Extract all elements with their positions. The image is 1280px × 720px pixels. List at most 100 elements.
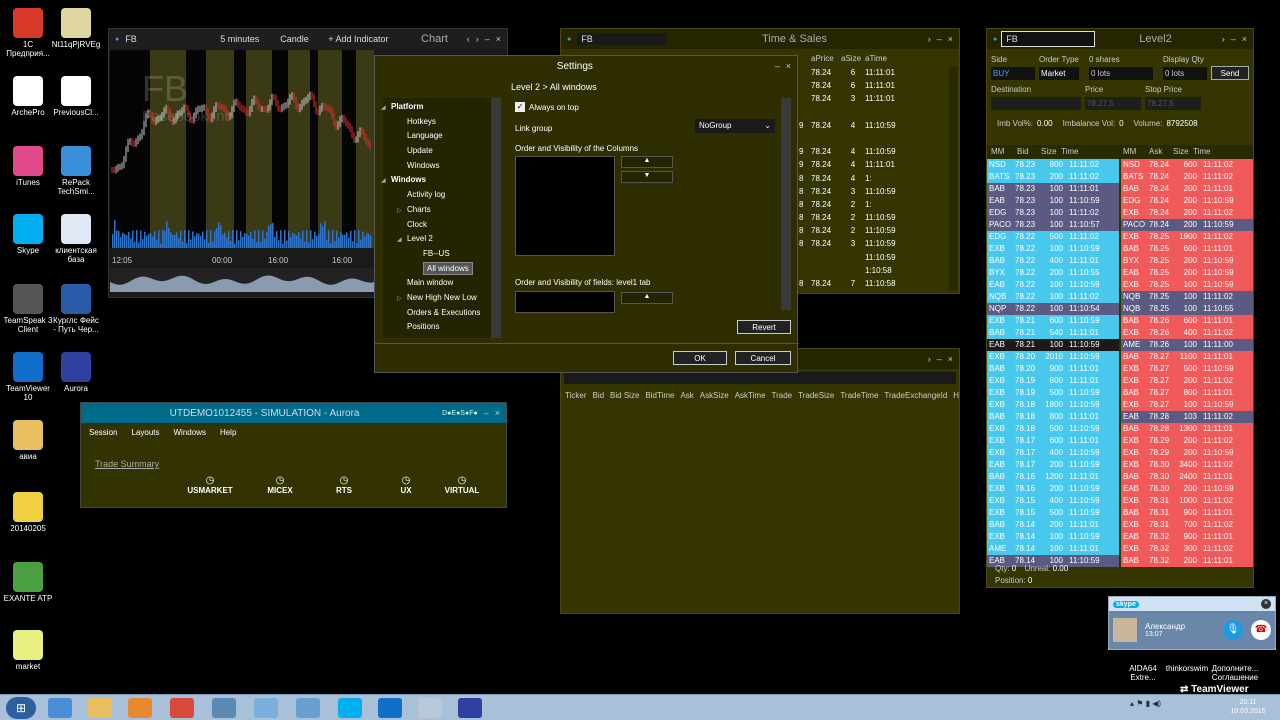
quotes-symbol-input[interactable] bbox=[564, 372, 956, 384]
link-dot-icon[interactable]: ● bbox=[993, 36, 997, 43]
settings-tree-item[interactable]: ◢ Windows bbox=[381, 173, 501, 188]
side-select[interactable]: BUY bbox=[991, 67, 1035, 80]
microphone-icon[interactable]: 🎙 bbox=[1223, 620, 1243, 640]
explorer-icon[interactable] bbox=[88, 698, 112, 718]
bid-row[interactable]: PACO 78.23 100 11:10:57 bbox=[987, 219, 1119, 231]
ask-row[interactable]: EXB 78.29 200 11:10:59 bbox=[1121, 447, 1253, 459]
ask-row[interactable]: EAB 78.25 200 11:10:59 bbox=[1121, 267, 1253, 279]
chart-navigator[interactable] bbox=[110, 268, 374, 292]
ie-icon[interactable] bbox=[48, 698, 72, 718]
quotes-column-header[interactable]: AskSize bbox=[700, 391, 729, 400]
chevron-right-icon[interactable]: › bbox=[1222, 34, 1225, 44]
clock[interactable]: 20:11 10.03.2015 bbox=[1226, 698, 1270, 716]
settings-tree-item[interactable]: Positions bbox=[383, 320, 501, 335]
bid-row[interactable]: EAB 78.22 100 11:10:59 bbox=[987, 279, 1119, 291]
bid-row[interactable]: EXB 78.18 500 11:10:59 bbox=[987, 423, 1119, 435]
bid-row[interactable]: EXB 78.14 100 11:10:59 bbox=[987, 531, 1119, 543]
ask-row[interactable]: AME 78.26 100 11:11:00 bbox=[1121, 339, 1253, 351]
hangup-icon[interactable]: ☎ bbox=[1251, 620, 1271, 640]
settings-tree-item[interactable]: ▷ New High New Low bbox=[383, 291, 501, 306]
chart-type-select[interactable]: Candle bbox=[280, 34, 328, 44]
skype-taskbar-icon[interactable] bbox=[338, 698, 362, 718]
quotes-column-header[interactable]: TradeSize bbox=[798, 391, 834, 400]
app-icon[interactable] bbox=[254, 698, 278, 718]
bid-row[interactable]: EDG 78.23 100 11:11:02 bbox=[987, 207, 1119, 219]
menu-item[interactable]: Layouts bbox=[131, 428, 159, 437]
quotes-column-header[interactable]: TradeTime bbox=[840, 391, 878, 400]
tree-scrollbar[interactable] bbox=[491, 98, 501, 338]
ask-row[interactable]: PACO 78.24 200 11:10:59 bbox=[1121, 219, 1253, 231]
menu-item[interactable]: Help bbox=[220, 428, 236, 437]
ask-row[interactable]: EXB 78.27 500 11:10:59 bbox=[1121, 363, 1253, 375]
minimize-icon[interactable]: – bbox=[937, 354, 942, 364]
bid-row[interactable]: BAB 78.16 1200 11:11:01 bbox=[987, 471, 1119, 483]
ask-column-header[interactable]: MM bbox=[1119, 145, 1149, 159]
quotes-column-header[interactable]: Bid Size bbox=[610, 391, 639, 400]
desktop-icon[interactable]: market bbox=[0, 630, 56, 671]
always-on-top-checkbox[interactable]: ✓ bbox=[515, 102, 525, 112]
ask-row[interactable]: NQB 78.25 100 11:10:55 bbox=[1121, 303, 1253, 315]
settings-tree-item[interactable]: ◢ Level 2 bbox=[383, 232, 501, 247]
fields-list[interactable] bbox=[515, 291, 615, 313]
bid-row[interactable]: EXB 78.22 100 11:10:59 bbox=[987, 243, 1119, 255]
chevron-left-icon[interactable]: ‹ bbox=[467, 34, 470, 44]
ask-row[interactable]: BAB 78.28 1300 11:11:01 bbox=[1121, 423, 1253, 435]
ask-row[interactable]: BAB 78.25 600 11:11:01 bbox=[1121, 243, 1253, 255]
bid-row[interactable]: EXB 78.19 500 11:10:59 bbox=[987, 387, 1119, 399]
level2-symbol-input[interactable]: FB bbox=[1001, 31, 1096, 47]
bid-row[interactable]: EXB 78.18 1800 11:10:59 bbox=[987, 399, 1119, 411]
bid-row[interactable]: EXB 78.17 400 11:10:59 bbox=[987, 447, 1119, 459]
quotes-column-header[interactable]: Trade bbox=[772, 391, 793, 400]
bid-row[interactable]: BATS 78.23 200 11:11:02 bbox=[987, 171, 1119, 183]
ask-row[interactable]: BYX 78.25 200 11:10:59 bbox=[1121, 255, 1253, 267]
desktop-icon[interactable]: EXANTE ATP bbox=[0, 562, 56, 603]
desktop-icon[interactable]: PreviousCl... bbox=[48, 76, 104, 117]
settings-tree-item[interactable]: ◢ Platform bbox=[381, 100, 501, 116]
settings-tree-item[interactable]: Main window bbox=[383, 276, 501, 291]
bid-column-header[interactable]: Size bbox=[1041, 145, 1061, 159]
bid-row[interactable]: EXB 78.17 600 11:11:01 bbox=[987, 435, 1119, 447]
tree-arrow-icon[interactable]: ◢ bbox=[381, 101, 391, 116]
ask-row[interactable]: EXB 78.32 300 11:11:02 bbox=[1121, 543, 1253, 555]
ask-column-header[interactable]: Time bbox=[1193, 145, 1241, 159]
ask-row[interactable]: BAB 78.30 2400 11:11:01 bbox=[1121, 471, 1253, 483]
menu-item[interactable]: Windows bbox=[174, 428, 206, 437]
link-dot-icon[interactable]: ● bbox=[567, 36, 571, 43]
chevron-right-icon[interactable]: › bbox=[928, 354, 931, 364]
settings-tree-item[interactable]: ▷ Charts bbox=[383, 203, 501, 218]
settings-tree-item[interactable]: Activity log bbox=[383, 188, 501, 203]
ask-row[interactable]: BAB 78.31 900 11:11:01 bbox=[1121, 507, 1253, 519]
chevron-right-icon[interactable]: › bbox=[476, 34, 479, 44]
interval-select[interactable]: 5 minutes bbox=[220, 34, 280, 44]
ask-row[interactable]: NQB 78.25 100 11:11:02 bbox=[1121, 291, 1253, 303]
desktop-icon[interactable]: 20140205 bbox=[0, 492, 56, 533]
desktop-icon[interactable]: Nt11qPjRVEg bbox=[48, 8, 104, 49]
ask-row[interactable]: EXB 78.31 700 11:11:02 bbox=[1121, 519, 1253, 531]
quotes-column-header[interactable]: Hig bbox=[953, 391, 959, 400]
bid-row[interactable]: EXB 78.19 600 11:11:01 bbox=[987, 375, 1119, 387]
fields-move-up-button[interactable]: ▲ bbox=[621, 292, 673, 304]
bid-row[interactable]: BAB 78.21 540 11:11:01 bbox=[987, 327, 1119, 339]
ts-column-header[interactable]: aTime bbox=[865, 54, 905, 63]
add-indicator-button[interactable]: + Add Indicator bbox=[328, 34, 408, 44]
bid-row[interactable]: BAB 78.22 400 11:11:01 bbox=[987, 255, 1119, 267]
ask-row[interactable]: EXB 78.27 200 11:11:02 bbox=[1121, 375, 1253, 387]
bid-row[interactable]: NQP 78.22 100 11:10:54 bbox=[987, 303, 1119, 315]
app-icon[interactable] bbox=[296, 698, 320, 718]
settings-tree-item[interactable]: Update bbox=[383, 144, 501, 159]
price-input[interactable]: 78.27.5 bbox=[1085, 97, 1141, 110]
desktop-icon[interactable]: Курглс Фейс - Путь Чер... bbox=[48, 284, 104, 334]
bid-row[interactable]: EAB 78.23 100 11:10:59 bbox=[987, 195, 1119, 207]
ts-symbol[interactable]: FB bbox=[577, 33, 668, 45]
bid-row[interactable]: EXB 78.20 2010 11:10:59 bbox=[987, 351, 1119, 363]
ask-row[interactable]: BATS 78.24 200 11:11:02 bbox=[1121, 171, 1253, 183]
app-icon[interactable] bbox=[212, 698, 236, 718]
ask-row[interactable]: EXB 78.24 200 11:11:02 bbox=[1121, 207, 1253, 219]
market-status-item[interactable]: ◷ MICEX bbox=[255, 475, 305, 495]
desktop-icon[interactable]: Дополните... Соглашение bbox=[1210, 652, 1260, 682]
minimize-icon[interactable]: – bbox=[775, 61, 780, 71]
tree-arrow-icon[interactable]: ▷ bbox=[397, 292, 407, 307]
ask-row[interactable]: EXB 78.25 100 11:10:59 bbox=[1121, 279, 1253, 291]
link-group-select[interactable]: NoGroup ⌄ bbox=[695, 119, 775, 133]
ok-button[interactable]: OK bbox=[673, 351, 727, 365]
